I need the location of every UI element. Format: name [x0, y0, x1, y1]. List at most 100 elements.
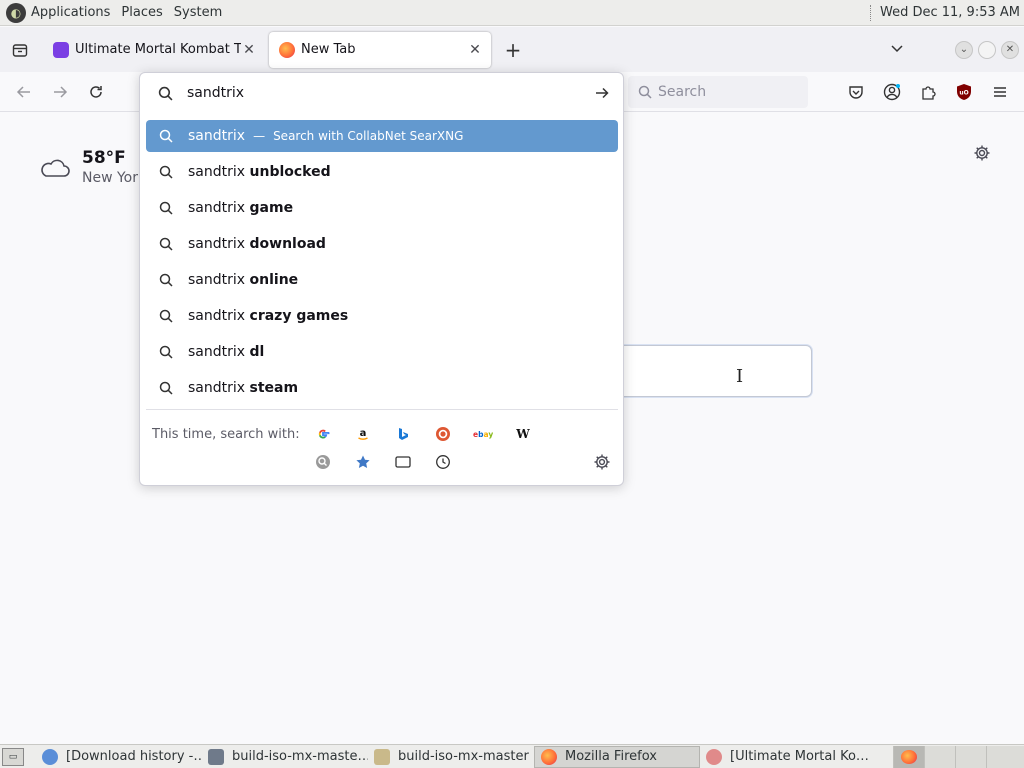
- taskbar-item-label: Mozilla Firefox: [565, 749, 657, 764]
- oneoff-divider: [146, 409, 618, 410]
- suggestion-prefix: sandtrix: [188, 380, 246, 396]
- distro-logo-icon[interactable]: ◐: [6, 2, 26, 23]
- search-icon: [158, 86, 173, 100]
- account-icon[interactable]: [880, 80, 904, 104]
- taskbar-item-mozilla-firefox[interactable]: Mozilla Firefox: [534, 745, 700, 768]
- suggestion-row[interactable]: sandtrix game: [146, 192, 618, 224]
- pocket-icon[interactable]: [844, 80, 868, 104]
- places-menu[interactable]: Places: [121, 5, 162, 20]
- tab-title: Ultimate Mortal Kombat Tri: [75, 42, 241, 57]
- extensions-puzzle-icon[interactable]: [916, 80, 940, 104]
- minimize-window-icon[interactable]: ⌄: [955, 40, 973, 59]
- ublock-origin-icon[interactable]: uO: [952, 80, 976, 104]
- suggestion-list: sandtrix — Search with CollabNet SearXNG…: [146, 120, 618, 408]
- taskbar-item-label: [Download history -…: [66, 749, 202, 764]
- suggestion-row[interactable]: sandtrix online: [146, 264, 618, 296]
- tab-title: New Tab: [301, 42, 356, 57]
- close-window-icon[interactable]: ✕: [1001, 40, 1019, 59]
- suggestion-row[interactable]: sandtrix crazy games: [146, 300, 618, 332]
- bookmarks-star-icon[interactable]: [353, 452, 373, 472]
- taskbar-item-build-iso-terminal[interactable]: build-iso-mx-maste…: [202, 746, 368, 768]
- workspace-3[interactable]: [955, 746, 986, 768]
- search-icon: [159, 237, 173, 251]
- taskbar-item-build-iso-folder[interactable]: build-iso-mx-master: [368, 746, 534, 768]
- svg-text:uO: uO: [959, 90, 968, 97]
- hamburger-menu-icon[interactable]: [988, 80, 1012, 104]
- taskbar-item-download-history[interactable]: [Download history -…: [36, 746, 202, 768]
- taskbar-item-label: [Ultimate Mortal Ko…: [730, 749, 869, 764]
- taskbar-item-label: build-iso-mx-maste…: [232, 749, 368, 764]
- workspace-1[interactable]: [893, 746, 924, 768]
- new-tab-plus-icon[interactable]: +: [499, 36, 527, 64]
- weather-location: New York: [82, 170, 147, 186]
- gnome-top-panel: ◐ Applications Places System Wed Dec 11,…: [0, 0, 1024, 26]
- close-tab-icon[interactable]: ✕: [241, 42, 257, 58]
- text-cursor-icon: I: [736, 366, 744, 387]
- suggestion-row[interactable]: sandtrix download: [146, 228, 618, 260]
- reload-icon[interactable]: [84, 80, 108, 104]
- tab-strip: Ultimate Mortal Kombat Tri ✕ New Tab ✕ +…: [0, 27, 1024, 72]
- forward-arrow-icon[interactable]: [48, 80, 72, 104]
- customize-newtab-gear-icon[interactable]: [973, 144, 993, 164]
- close-tab-icon[interactable]: ✕: [467, 42, 483, 58]
- search-icon: [159, 165, 173, 179]
- tab-new-tab[interactable]: New Tab ✕: [269, 31, 491, 68]
- search-icon: [159, 381, 173, 395]
- browser-window-icon: [706, 748, 722, 765]
- search-bar-placeholder: Search: [658, 84, 707, 100]
- suggestion-suffix: dl: [249, 344, 265, 360]
- show-desktop-icon[interactable]: ▭: [2, 747, 24, 766]
- ebay-icon[interactable]: ebay: [473, 424, 493, 444]
- panel-clock[interactable]: Wed Dec 11, 9:53 AM: [880, 5, 1020, 20]
- folder-icon: [374, 748, 390, 765]
- wikipedia-icon[interactable]: W: [513, 424, 533, 444]
- maximize-window-icon[interactable]: [978, 40, 996, 59]
- duckduckgo-icon[interactable]: [433, 424, 453, 444]
- tabs-icon[interactable]: [393, 452, 413, 472]
- suggestion-action: Search with CollabNet SearXNG: [273, 129, 464, 143]
- search-icon: [159, 201, 173, 215]
- terminal-icon: [208, 748, 224, 765]
- newtab-search-box[interactable]: [612, 345, 812, 397]
- svg-text:W: W: [515, 427, 530, 441]
- bing-icon[interactable]: [393, 424, 413, 444]
- svg-text:ebay: ebay: [473, 430, 493, 439]
- tab-ultimate-mortal-kombat[interactable]: Ultimate Mortal Kombat Tri ✕: [43, 32, 265, 68]
- oneoff-search-label: This time, search with:: [152, 427, 300, 442]
- google-icon[interactable]: [313, 424, 333, 444]
- firefox-view-icon[interactable]: [9, 39, 31, 61]
- applications-menu[interactable]: Applications: [31, 5, 110, 20]
- amazon-icon[interactable]: a: [353, 424, 373, 444]
- searxng-icon[interactable]: [313, 452, 333, 472]
- search-settings-gear-icon[interactable]: [593, 453, 613, 473]
- search-bar[interactable]: Search: [628, 76, 808, 108]
- suggestion-prefix: sandtrix: [188, 164, 246, 180]
- suggestion-prefix: sandtrix: [188, 200, 246, 216]
- go-arrow-icon[interactable]: [592, 85, 612, 101]
- workspace-4[interactable]: [986, 746, 1024, 768]
- taskbar-item-ultimate-mortal-kombat[interactable]: [Ultimate Mortal Ko…: [700, 746, 886, 768]
- history-clock-icon[interactable]: [433, 452, 453, 472]
- address-bar-input[interactable]: sandtrix: [140, 73, 623, 113]
- workspace-2[interactable]: [924, 746, 955, 768]
- firefox-icon: [901, 750, 917, 764]
- list-all-tabs-chevron-icon[interactable]: [883, 41, 911, 59]
- cloud-icon: [41, 159, 70, 177]
- suggestion-row[interactable]: sandtrix dl: [146, 336, 618, 368]
- weather-widget[interactable]: 58°F New York: [38, 148, 146, 186]
- system-menu[interactable]: System: [174, 5, 222, 20]
- suggestion-text: sandtrix: [188, 128, 246, 144]
- suggestion-row[interactable]: sandtrix — Search with CollabNet SearXNG: [146, 120, 618, 152]
- suggestion-suffix: online: [249, 272, 299, 288]
- bottom-taskbar: ▭ [Download history -… build-iso-mx-mast…: [0, 744, 1024, 768]
- taskbar-item-label: build-iso-mx-master: [398, 749, 529, 764]
- suggestion-prefix: sandtrix: [188, 344, 246, 360]
- suggestion-prefix: sandtrix: [188, 308, 246, 324]
- address-bar-dropdown: sandtrix sandtrix — Search with CollabNe…: [139, 72, 624, 486]
- suggestion-row[interactable]: sandtrix steam: [146, 372, 618, 404]
- search-icon: [638, 85, 652, 99]
- suggestion-row[interactable]: sandtrix unblocked: [146, 156, 618, 188]
- back-arrow-icon[interactable]: [12, 80, 36, 104]
- firefox-icon: [541, 748, 557, 765]
- firefox-favicon-icon: [279, 41, 295, 58]
